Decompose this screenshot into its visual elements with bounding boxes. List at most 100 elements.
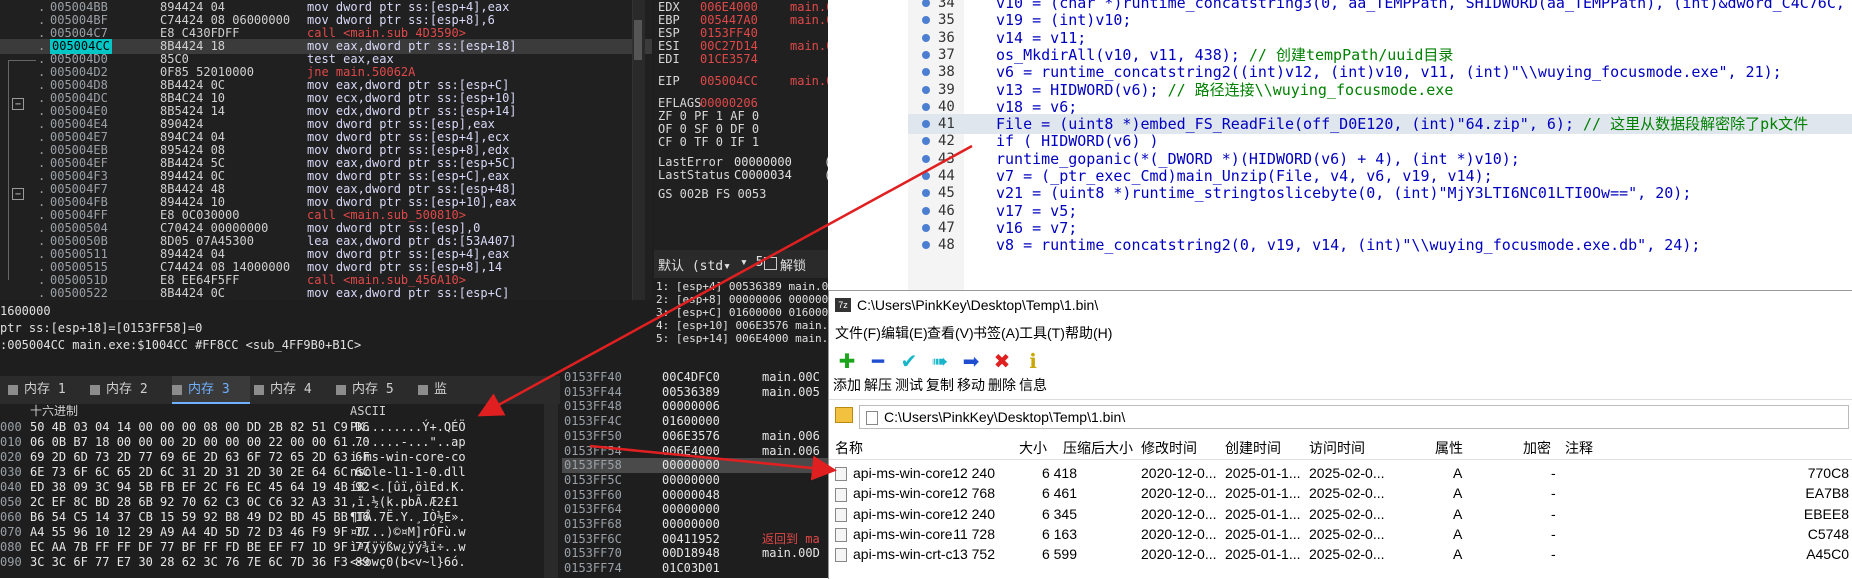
up-folder-icon[interactable] xyxy=(835,407,853,423)
stack-comment: main.00D xyxy=(762,546,820,561)
unlock-checkbox[interactable] xyxy=(764,257,777,270)
tab-memory-3[interactable]: 内存 3 xyxy=(172,376,250,404)
ascii-text: í8.<.[ûï,öìEd.K. xyxy=(350,480,466,494)
menu-item[interactable]: 文件(F) xyxy=(835,321,881,345)
column-header[interactable]: 访问时间 xyxy=(1309,437,1365,459)
menu-item[interactable]: 书签(A) xyxy=(973,321,1020,345)
tab-label: 内存 1 xyxy=(24,382,66,397)
register-row: CF 0 TF 0 IF 1 xyxy=(658,135,759,150)
info-line: ptr ss:[esp+18]=[0153FF58]=0 xyxy=(0,321,203,335)
stack-address: 0153FF70 xyxy=(564,546,622,561)
stack-row[interactable]: 0153FF54 006E4000 main.006 xyxy=(562,444,828,459)
argument-row: 5: [esp+14] 006E4000 main.006E xyxy=(656,332,828,345)
tab-memory-4[interactable]: 内存 4 xyxy=(254,376,332,404)
column-header[interactable]: 加密 xyxy=(1523,437,1551,459)
breakpoint-dot[interactable] xyxy=(922,189,930,198)
menu-item[interactable]: 工具(T) xyxy=(1019,321,1065,345)
disasm-row[interactable]: . 00500522 8B4424 0C mov eax,dword ptr ss:[… xyxy=(0,286,652,300)
stack-row[interactable]: 0153FF60 00000048 xyxy=(562,488,828,503)
file-list-header: 名称 大小 压缩后大小 修改时间 创建时间 访问时间 属性 加密 注释 xyxy=(829,437,1852,460)
register-value[interactable]: C0000034 xyxy=(734,168,824,183)
tab-memory-5[interactable]: 内存 5 xyxy=(336,376,414,404)
hex-offset: 020 xyxy=(0,450,22,464)
stack-row[interactable]: 0153FF68 00000000 xyxy=(562,517,828,532)
toolbar-button-6[interactable]: ℹ 信息 xyxy=(1015,351,1051,395)
tab-memory-2[interactable]: 内存 2 xyxy=(90,376,168,404)
stack-row[interactable]: 0153FF64 00000000 xyxy=(562,502,828,517)
tab-memory-6[interactable]: 监 xyxy=(418,376,496,404)
file-name-text: api-ms-win-core... xyxy=(853,465,965,481)
column-header[interactable]: 名称 xyxy=(835,437,863,459)
breakpoint-dot[interactable] xyxy=(922,68,930,77)
hex-offset: 010 xyxy=(0,435,22,449)
breakpoint-dot[interactable] xyxy=(922,16,930,25)
hex-bytes: EC AA 7B FF FF DF 77 BF FF FD BE EF F7 1… xyxy=(30,540,370,554)
column-header[interactable]: 创建时间 xyxy=(1225,437,1281,459)
breakpoint-dot[interactable] xyxy=(922,172,930,180)
hex-offset: 080 xyxy=(0,540,22,554)
call-convention-select[interactable]: 默认 (std▾ xyxy=(658,255,731,274)
dump-scrollbar[interactable] xyxy=(544,404,558,578)
memory-dump-panel[interactable]: 十六进制 ASCII 000 50 4B 03 04 14 00 00 00 08… xyxy=(0,404,560,578)
disassembly-panel[interactable]: − − . 005004BB 894424 04 mov dword ptr ss:[… xyxy=(0,0,652,300)
breakpoint-dot[interactable] xyxy=(922,206,930,215)
column-header[interactable]: 大小 xyxy=(1019,437,1047,459)
breakpoint-dot[interactable] xyxy=(922,0,930,7)
file-name-text: api-ms-win-core... xyxy=(853,485,965,502)
file-atime: 2025-02-0... xyxy=(1309,546,1385,563)
menu-item[interactable]: 查看(V) xyxy=(927,321,974,345)
register-row: EDI 01CE3574 xyxy=(658,52,790,67)
column-header[interactable]: 修改时间 xyxy=(1141,437,1197,459)
stack-row[interactable]: 0153FF44 00536389 main.005 xyxy=(562,385,828,400)
register-name: CF 0 TF 0 IF 1 xyxy=(658,135,760,149)
menu-item[interactable]: 编辑(E) xyxy=(881,321,928,345)
breakpoint-dot[interactable] xyxy=(922,223,930,232)
breakpoint-dot[interactable] xyxy=(922,33,930,42)
tab-memory-1[interactable]: 内存 1 xyxy=(8,376,86,404)
column-header[interactable]: 压缩后大小 xyxy=(1063,437,1133,459)
delete-icon: ✖ xyxy=(993,351,1011,373)
scrollbar-thumb[interactable] xyxy=(634,20,642,60)
code: v7 = (_ptr_exec_Cmd)main_Unzip(File, v4,… xyxy=(996,167,1493,185)
column-header[interactable]: 属性 xyxy=(1435,437,1463,459)
stack-address: 0153FF58 xyxy=(564,458,622,473)
register-row: EIP 005004CCmain.0050C xyxy=(658,74,828,89)
column-header[interactable]: 注释 xyxy=(1565,437,1593,459)
register-name: EIP xyxy=(658,74,680,88)
arg-count-select[interactable]: ▾ 5 xyxy=(740,255,763,270)
breakpoint-dot[interactable] xyxy=(922,137,930,146)
stack-panel[interactable]: 0153FF40 00C4DFC0 main.00C 0153FF44 00536389… xyxy=(562,370,828,578)
stack-address: 0153FF74 xyxy=(564,561,622,576)
stack-row[interactable]: 0153FF70 00D18948 main.00D xyxy=(562,546,828,561)
stack-value: 00000000 xyxy=(662,502,720,517)
info-icon: ℹ xyxy=(1029,351,1037,373)
stack-row[interactable]: 0153FF50 006E3576 main.006 xyxy=(562,429,828,444)
tab-label: 内存 5 xyxy=(352,382,394,397)
stack-row[interactable]: 0153FF6C 00411952 返回到 ma xyxy=(562,532,828,547)
breakpoint-dot[interactable] xyxy=(922,50,930,59)
menu-item[interactable]: 帮助(H) xyxy=(1065,321,1112,345)
code-line[interactable]: 48 v8 = runtime_concatstring2(0, v19, v14… xyxy=(908,235,1852,255)
7zip-window: 7z C:\Users\PinkKey\Desktop\Temp\1.bin\ … xyxy=(828,290,1852,579)
stack-row[interactable]: 0153FF40 00C4DFC0 main.00C xyxy=(562,370,828,385)
stack-row[interactable]: 0153FF74 01C03D01 xyxy=(562,561,828,576)
memory-icon xyxy=(418,384,428,395)
file-row[interactable]: api-ms-win-crt-c... 13 752 6 599 2020-12-0.… xyxy=(829,542,1852,566)
stack-row[interactable]: 0153FF5C 00000000 xyxy=(562,473,828,488)
path-input[interactable]: C:\Users\PinkKey\Desktop\Temp\1.bin\ xyxy=(859,405,1849,429)
register-value[interactable]: 005004CC xyxy=(700,74,790,89)
stack-row[interactable]: 0153FF4C 01600000 xyxy=(562,414,828,429)
pseudocode-panel[interactable]: 34 v10 = (char *)runtime_concatstring3(0,… xyxy=(908,0,1852,290)
register-value[interactable]: 01CE3574 xyxy=(700,52,790,67)
stack-value: 00000000 xyxy=(662,472,720,487)
breakpoint-dot[interactable] xyxy=(922,85,930,94)
info-line: :005004CC main.exe:$1004CC #FF8CC <sub_4… xyxy=(0,338,362,352)
hex-bytes: 2C EF 8C BD 28 6B 92 70 62 C3 0C C6 32 A… xyxy=(30,495,348,509)
stack-row[interactable]: 0153FF48 00000006 xyxy=(562,399,828,414)
extract-icon: ━ xyxy=(871,351,885,373)
breakpoint-dot[interactable] xyxy=(922,102,930,111)
breakpoint-dot[interactable] xyxy=(922,154,930,163)
stack-row[interactable]: 0153FF58 00000000 xyxy=(562,458,828,474)
breakpoint-dot[interactable] xyxy=(922,241,930,250)
breakpoint-dot[interactable] xyxy=(922,120,930,129)
